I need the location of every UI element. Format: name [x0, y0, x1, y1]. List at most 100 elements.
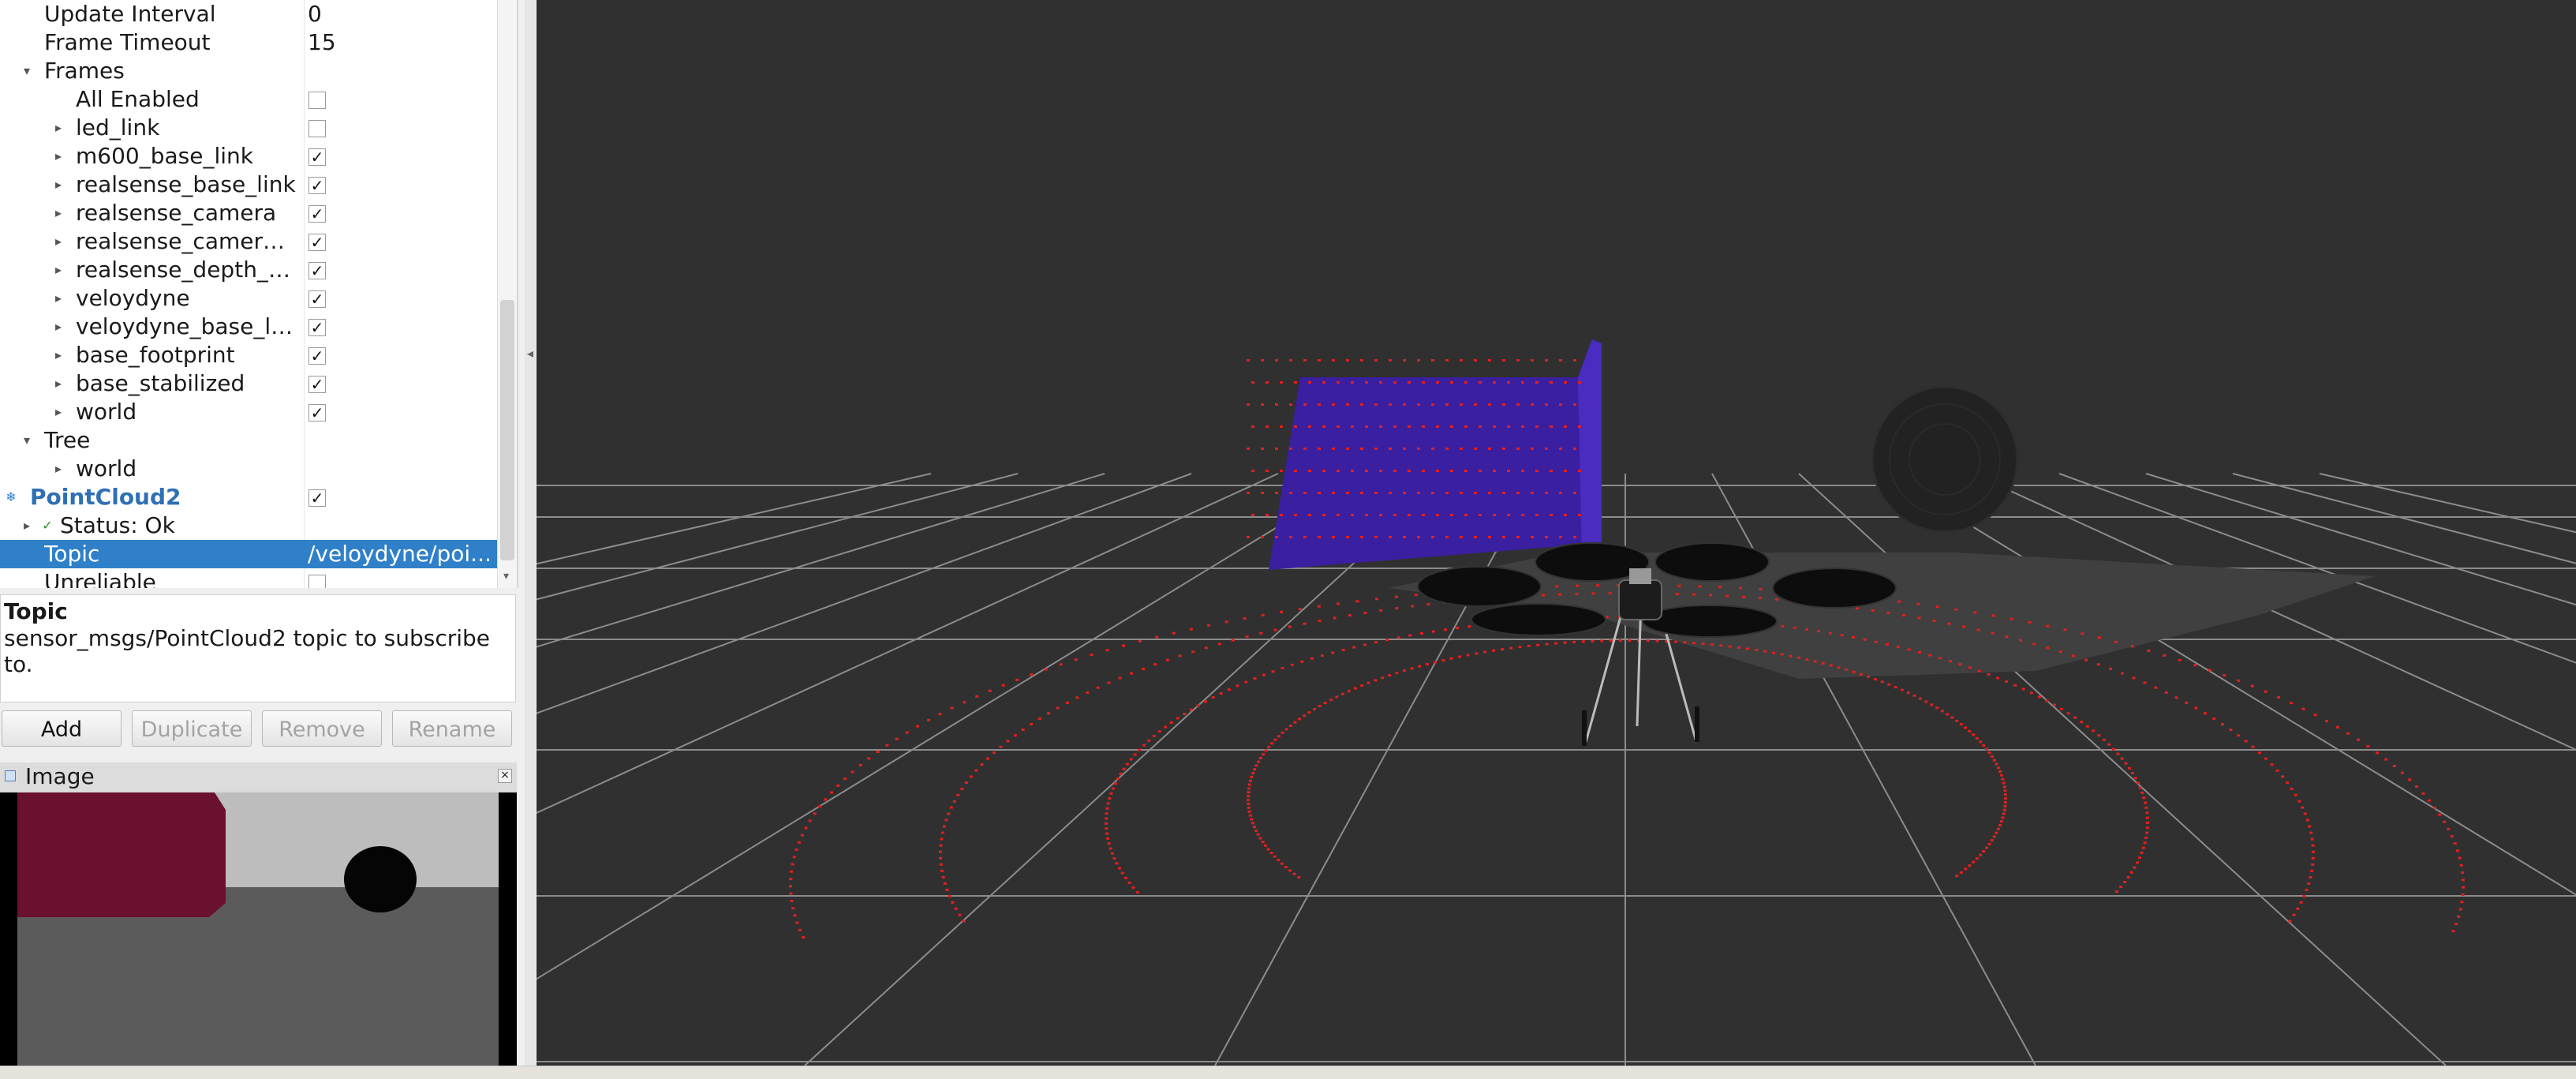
laser-point	[1550, 381, 1553, 384]
collapse-arrow-icon[interactable]: ◂	[527, 346, 533, 361]
laser-point	[2193, 664, 2197, 667]
remove-button[interactable]: Remove	[262, 710, 382, 747]
add-button[interactable]: Add	[2, 710, 122, 747]
displays-tree[interactable]: Update Interval 0 Frame Timeout 15 ▾ Frames Al…	[0, 0, 518, 588]
triangle-right-icon[interactable]: ▸	[52, 227, 65, 256]
dock-splitter[interactable]: ◂	[525, 0, 536, 1078]
image-panel: Image ×	[0, 762, 517, 1066]
triangle-right-icon[interactable]: ▸	[52, 341, 65, 369]
checkbox-checked[interactable]: ✓	[308, 234, 326, 251]
checkbox-checked[interactable]: ✓	[308, 262, 326, 279]
laser-point	[1266, 470, 1269, 472]
tree-row[interactable]: ▸ m600_base_link ✓	[0, 142, 497, 170]
tree-row[interactable]: ▸ world	[0, 455, 497, 483]
tree-row[interactable]: Frame Timeout 15	[0, 28, 497, 57]
laser-point	[1719, 644, 1723, 647]
tree-row[interactable]: ▸ veloydyne_base_link ✓	[0, 313, 497, 341]
tree-row[interactable]: Topic/veloydyne/poi...	[0, 540, 497, 568]
laser-point	[1363, 643, 1367, 646]
laser-point	[1131, 886, 1135, 889]
dock-icon[interactable]	[5, 770, 16, 781]
laser-point	[1244, 680, 1248, 684]
close-icon[interactable]: ×	[498, 769, 512, 783]
checkbox-checked[interactable]: ✓	[308, 347, 326, 365]
laser-point	[2003, 789, 2007, 792]
triangle-right-icon[interactable]: ▸	[52, 455, 65, 483]
tree-row[interactable]: ❄ PointCloud2 ✓	[0, 483, 497, 511]
rename-button[interactable]: Rename	[392, 710, 512, 747]
image-panel-header[interactable]: Image ×	[0, 762, 517, 791]
checkbox-unchecked[interactable]	[308, 575, 326, 588]
tree-row[interactable]: ▸ realsense_base_link ✓	[0, 170, 497, 199]
laser-point	[1288, 724, 1292, 727]
laser-point	[1758, 597, 1762, 600]
triangle-right-icon[interactable]: ▸	[52, 313, 65, 341]
laser-point	[1992, 835, 1996, 838]
triangle-right-icon[interactable]: ▸	[52, 114, 65, 142]
3d-viewport[interactable]	[537, 0, 2576, 1066]
tree-row[interactable]: ▾ Tree	[0, 426, 497, 455]
checkbox-unchecked[interactable]	[308, 120, 326, 137]
camera-image	[0, 792, 517, 1066]
tree-row[interactable]: ▸ base_footprint ✓	[0, 341, 497, 369]
laser-point	[1120, 871, 1124, 875]
tree-row[interactable]: All Enabled	[0, 85, 497, 114]
triangle-down-icon[interactable]: ▾	[21, 57, 33, 85]
laser-point	[2107, 743, 2111, 746]
laser-point	[1709, 594, 1713, 597]
laser-point	[1866, 675, 1870, 678]
checkbox-checked[interactable]: ✓	[308, 319, 326, 336]
laser-point	[1360, 536, 1363, 538]
checkbox-checked[interactable]: ✓	[308, 205, 326, 223]
checkbox-checked[interactable]: ✓	[308, 489, 326, 507]
tree-row[interactable]: ▸ realsense_camera ✓	[0, 199, 497, 227]
laser-point	[1318, 536, 1321, 538]
checkbox-checked[interactable]: ✓	[308, 290, 326, 308]
duplicate-button[interactable]: Duplicate	[132, 710, 252, 747]
tree-row[interactable]: Update Interval 0	[0, 0, 497, 28]
laser-point	[1379, 470, 1382, 472]
triangle-right-icon[interactable]: ▸	[52, 284, 65, 313]
tree-row[interactable]: ▸ base_stabilized ✓	[0, 369, 497, 398]
tree-row-value[interactable]: /veloydyne/poi...	[308, 540, 493, 568]
triangle-right-icon[interactable]: ▸	[52, 369, 65, 398]
laser-point	[1987, 673, 1991, 676]
laser-point	[1507, 425, 1510, 428]
checkbox-checked[interactable]: ✓	[308, 148, 326, 166]
scroll-down-icon[interactable]: ▾	[503, 570, 509, 583]
vertical-scrollbar[interactable]: ▾	[497, 0, 517, 588]
triangle-right-icon[interactable]: ▸	[52, 256, 65, 284]
tree-row[interactable]: ▸ ✓ Status: Ok	[0, 511, 497, 540]
tree-row[interactable]: ▸ realsense_camera_... ✓	[0, 227, 497, 256]
checkbox-checked[interactable]: ✓	[308, 177, 326, 194]
laser-point	[2111, 747, 2115, 751]
tree-row[interactable]: ▸ led_link	[0, 114, 497, 142]
tree-row-value[interactable]: 0	[308, 0, 493, 28]
laser-point	[992, 751, 996, 755]
tree-row[interactable]: Unreliable	[0, 568, 497, 588]
laser-point	[2002, 785, 2006, 789]
triangle-right-icon[interactable]: ▸	[52, 142, 65, 170]
triangle-right-icon[interactable]: ▸	[52, 199, 65, 227]
laser-point	[1261, 448, 1264, 450]
scrollbar-thumb[interactable]	[500, 300, 514, 560]
laser-point	[1902, 614, 1906, 617]
triangle-right-icon[interactable]: ▸	[52, 398, 65, 426]
tree-row[interactable]: ▸ realsense_depth_o... ✓	[0, 256, 497, 284]
checkbox-checked[interactable]: ✓	[308, 376, 326, 393]
laser-point	[1298, 608, 1302, 611]
tree-row-value[interactable]: 15	[308, 28, 493, 57]
laser-point	[1710, 643, 1714, 646]
checkbox-checked[interactable]: ✓	[308, 404, 326, 421]
checkbox-unchecked[interactable]	[308, 92, 326, 109]
tree-row[interactable]: ▸ world ✓	[0, 398, 497, 426]
triangle-down-icon[interactable]: ▾	[21, 426, 33, 455]
triangle-right-icon[interactable]: ▸	[52, 170, 65, 199]
tree-row[interactable]: ▾ Frames	[0, 57, 497, 85]
triangle-right-icon[interactable]: ▸	[21, 511, 33, 540]
laser-point	[2124, 762, 2128, 765]
tree-row[interactable]: ▸ veloydyne ✓	[0, 284, 497, 313]
laser-point	[2096, 663, 2100, 666]
laser-point	[2005, 680, 2009, 684]
laser-point	[1142, 744, 1146, 747]
